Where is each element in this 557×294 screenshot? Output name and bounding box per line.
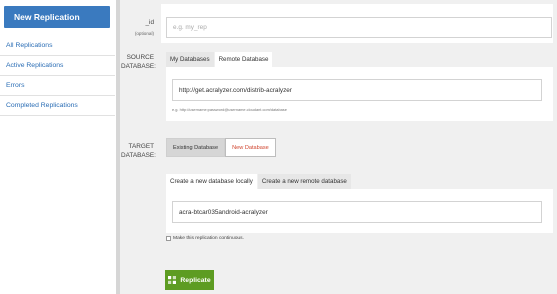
target-label-line1: TARGET [128, 143, 154, 150]
continuous-checkbox-row[interactable]: Make this replication continuous. [166, 236, 244, 241]
target-label-line2: DATABASE: [121, 152, 156, 159]
sidebar-item-all-replications[interactable]: All Replications [0, 36, 115, 56]
existing-database-button[interactable]: Existing Database [166, 138, 226, 157]
source-tabs: My Databases Remote Database [166, 52, 273, 67]
new-replication-button[interactable]: New Replication [4, 6, 110, 28]
source-label-line2: DATABASE: [121, 63, 156, 70]
source-label-line1: SOURCE [126, 54, 154, 61]
tab-my-databases[interactable]: My Databases [166, 52, 214, 67]
replicate-button[interactable]: Replicate [165, 270, 214, 290]
target-db-name-input[interactable]: acra-btcar035android-acralyzer [172, 201, 542, 223]
sidebar-nav: All Replications Active Replications Err… [0, 36, 115, 116]
sidebar-item-errors[interactable]: Errors [0, 76, 115, 96]
sidebar-item-completed-replications[interactable]: Completed Replications [0, 96, 115, 116]
continuous-label: Make this replication continuous. [173, 236, 244, 241]
id-label: _id [145, 19, 154, 26]
sidebar: New Replication All Replications Active … [0, 0, 115, 294]
replicate-label: Replicate [180, 276, 211, 284]
replicate-icon [168, 276, 177, 284]
source-url-input[interactable]: http://get.acralyzer.com/distrib-acralyz… [172, 79, 542, 101]
new-database-button[interactable]: New Database [225, 138, 276, 157]
target-db-name-value: acra-btcar035android-acralyzer [179, 208, 268, 216]
id-sublabel: (optional) [134, 31, 154, 36]
id-input[interactable]: e.g. my_rep [166, 17, 552, 38]
id-input-placeholder: e.g. my_rep [173, 24, 207, 31]
tab-create-local[interactable]: Create a new database locally [166, 174, 257, 189]
tab-remote-database[interactable]: Remote Database [214, 52, 273, 67]
source-url-hint: e.g. http://username:password@username.c… [172, 107, 287, 112]
source-url-value: http://get.acralyzer.com/distrib-acralyz… [179, 86, 292, 94]
tab-create-remote[interactable]: Create a new remote database [257, 174, 351, 189]
continuous-checkbox[interactable] [166, 236, 171, 241]
sidebar-item-active-replications[interactable]: Active Replications [0, 56, 115, 76]
target-tabs: Create a new database locally Create a n… [166, 174, 352, 189]
target-db-toggle: Existing Database New Database [166, 138, 276, 157]
